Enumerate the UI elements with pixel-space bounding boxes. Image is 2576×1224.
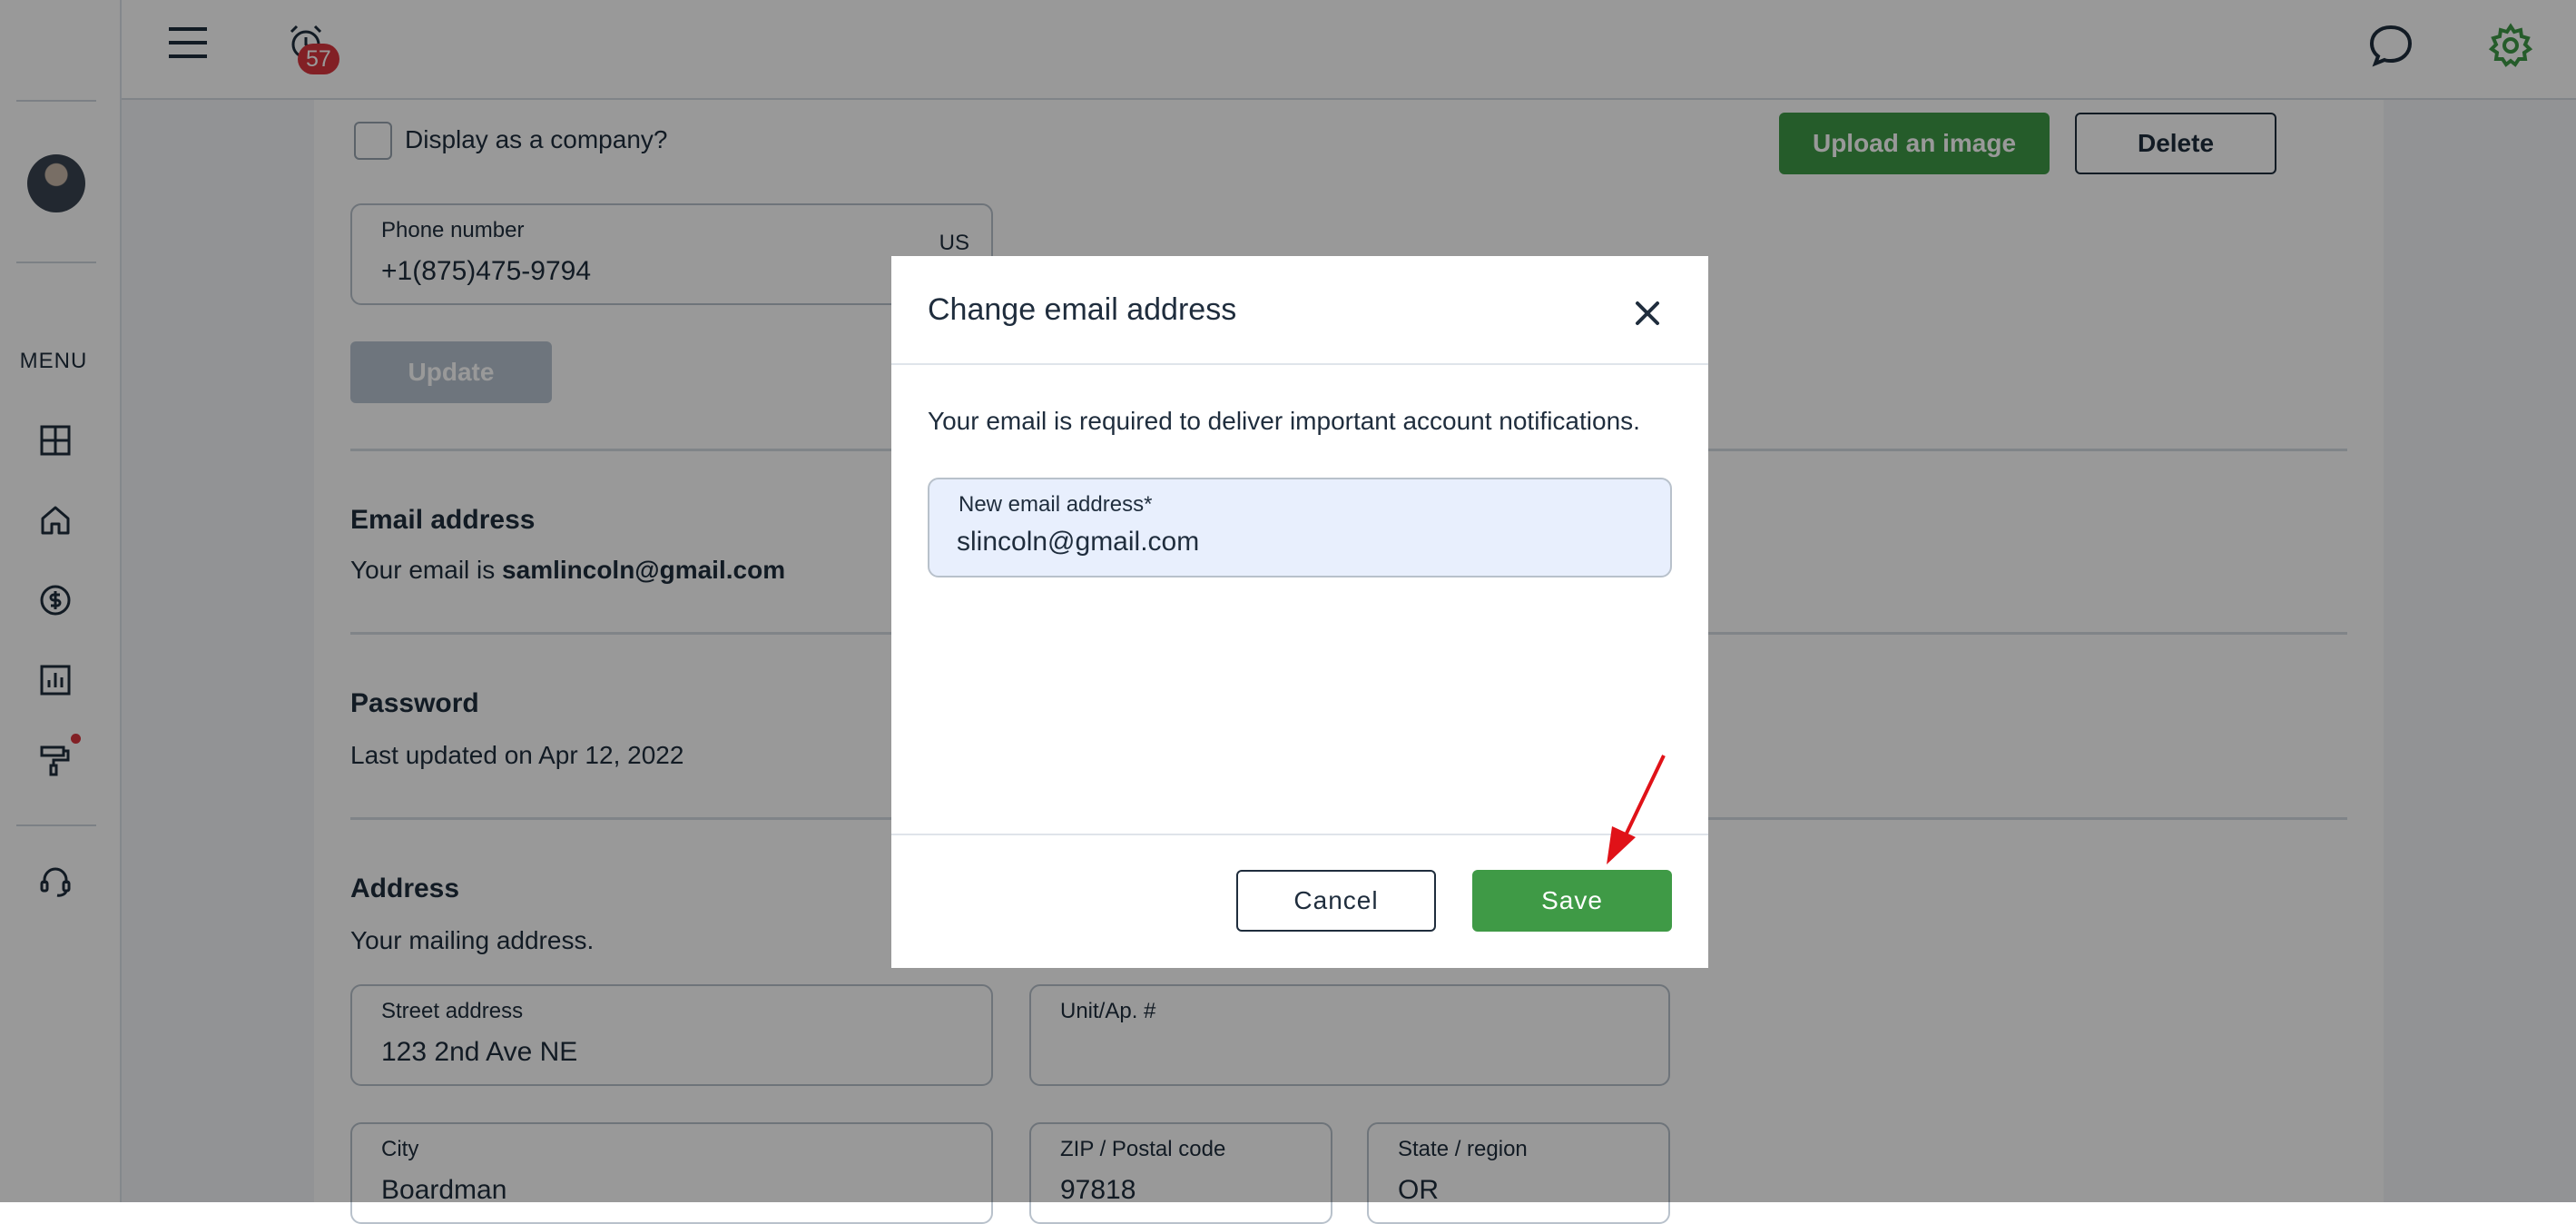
- dialog-title: Change email address: [928, 292, 1237, 327]
- new-email-input[interactable]: [957, 527, 1628, 558]
- annotation-arrow-icon: [1607, 755, 1666, 864]
- dialog-footer-divider: [891, 834, 1708, 835]
- close-icon[interactable]: [1627, 292, 1668, 334]
- change-email-dialog: Change email address Your email is requi…: [891, 256, 1708, 968]
- cancel-button[interactable]: Cancel: [1236, 870, 1436, 932]
- dialog-header-divider: [891, 363, 1708, 365]
- new-email-label: New email address*: [959, 492, 1153, 517]
- new-email-field[interactable]: New email address*: [928, 478, 1672, 577]
- dialog-description: Your email is required to deliver import…: [928, 407, 1640, 435]
- save-button[interactable]: Save: [1472, 870, 1672, 932]
